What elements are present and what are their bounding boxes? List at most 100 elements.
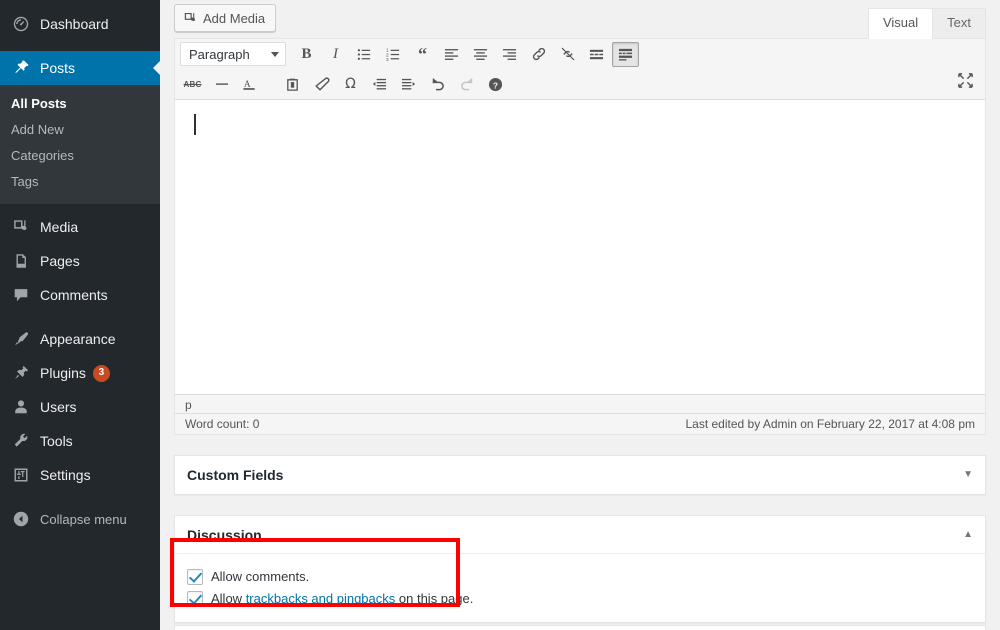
trackbacks-and-pingbacks-link[interactable]: trackbacks and pingbacks (246, 591, 396, 606)
text-color-button[interactable]: A (237, 72, 261, 97)
post-editor: Paragraph B I (174, 38, 986, 435)
indent-icon (401, 77, 416, 92)
plug-icon (11, 363, 31, 383)
outdent-button[interactable] (366, 72, 393, 97)
sidebar-item-add-new[interactable]: Add New (0, 117, 160, 143)
indent-button[interactable] (395, 72, 422, 97)
format-select[interactable]: Paragraph (180, 42, 286, 66)
unlink-button[interactable] (554, 42, 581, 67)
special-character-icon: Ω (345, 76, 356, 92)
editor-element-path[interactable]: p (175, 394, 985, 413)
editor-top-row: Add Media Visual Text (174, 0, 986, 38)
paste-as-text-button[interactable] (279, 72, 306, 97)
sidebar-subitem-label: Add New (11, 122, 64, 137)
sidebar-item-settings[interactable]: Settings (0, 458, 160, 492)
special-character-button[interactable]: Ω (337, 72, 364, 97)
kitchen-sink-icon (618, 47, 633, 62)
align-left-button[interactable] (438, 42, 465, 67)
sidebar-item-label: Appearance (40, 332, 116, 346)
sidebar-item-media[interactable]: Media (0, 210, 160, 244)
help-button[interactable]: ? (482, 72, 509, 97)
tab-text[interactable]: Text (932, 8, 986, 39)
allow-comments-checkbox[interactable] (187, 569, 203, 585)
add-media-button[interactable]: Add Media (174, 4, 276, 32)
discussion-header[interactable]: Discussion ▲ (175, 516, 985, 554)
numbered-list-button[interactable]: 123 (380, 42, 407, 67)
format-select-value: Paragraph (189, 47, 250, 62)
sidebar-item-label: Media (40, 220, 78, 234)
chevron-down-icon[interactable]: ▼ (963, 470, 973, 480)
sidebar-item-plugins[interactable]: Plugins 3 (0, 356, 160, 390)
text-color-dropdown[interactable] (263, 72, 277, 97)
sidebar-item-comments[interactable]: Comments (0, 278, 160, 312)
undo-icon (430, 76, 446, 92)
sidebar-item-label: Comments (40, 288, 108, 302)
next-panel-partial (174, 625, 986, 630)
media-icon (183, 11, 198, 26)
sidebar-item-users[interactable]: Users (0, 390, 160, 424)
clear-formatting-button[interactable] (308, 72, 335, 97)
blockquote-button[interactable]: “ (409, 42, 436, 67)
admin-sidebar: Dashboard Posts All Posts Add New Catego… (0, 0, 160, 630)
kitchen-sink-button[interactable] (612, 42, 639, 67)
read-more-button[interactable] (583, 42, 610, 67)
italic-icon: I (333, 46, 338, 63)
sidebar-item-appearance[interactable]: Appearance (0, 322, 160, 356)
paste-as-text-icon (285, 77, 300, 92)
horizontal-rule-icon (214, 76, 230, 92)
panel-title: Custom Fields (187, 467, 283, 483)
link-icon (531, 46, 547, 62)
custom-fields-header[interactable]: Custom Fields ▼ (175, 456, 985, 494)
redo-button[interactable] (453, 72, 480, 97)
align-right-button[interactable] (496, 42, 523, 67)
allow-trackbacks-checkbox[interactable] (187, 591, 203, 607)
toolbar-row-1: Paragraph B I (175, 39, 985, 69)
align-center-button[interactable] (467, 42, 494, 67)
tab-visual[interactable]: Visual (868, 8, 933, 39)
align-right-icon (502, 47, 517, 62)
plugins-update-badge: 3 (93, 365, 110, 382)
chevron-up-icon[interactable]: ▲ (963, 530, 973, 540)
word-count-label: Word count: 0 (185, 417, 259, 431)
sidebar-item-label: Pages (40, 254, 80, 268)
editor-toolbar: Paragraph B I (175, 39, 985, 100)
custom-fields-panel: Custom Fields ▼ (174, 455, 986, 495)
bold-icon: B (301, 46, 311, 63)
sidebar-item-categories[interactable]: Categories (0, 143, 160, 169)
pin-icon (11, 58, 31, 78)
collapse-menu-button[interactable]: Collapse menu (0, 502, 160, 536)
sidebar-item-tags[interactable]: Tags (0, 169, 160, 195)
sidebar-item-tools[interactable]: Tools (0, 424, 160, 458)
sidebar-item-label: Posts (40, 61, 75, 75)
bulleted-list-button[interactable] (351, 42, 378, 67)
strikethrough-button[interactable]: ABC (179, 72, 206, 97)
sidebar-item-pages[interactable]: Pages (0, 244, 160, 278)
numbered-list-icon: 123 (386, 47, 401, 62)
undo-button[interactable] (424, 72, 451, 97)
allow-comments-label: Allow comments. (211, 568, 309, 586)
media-icon (11, 217, 31, 237)
allow-trackbacks-row: Allow trackbacks and pingbacks on this p… (187, 588, 973, 610)
align-left-icon (444, 47, 459, 62)
sidebar-subitem-label: All Posts (11, 96, 67, 111)
sidebar-item-label: Tools (40, 434, 73, 448)
sidebar-item-all-posts[interactable]: All Posts (0, 91, 160, 117)
trackbacks-suffix: on this page. (395, 591, 473, 606)
editor-content-area[interactable] (175, 100, 985, 394)
editor-mode-tabs: Visual Text (869, 8, 986, 39)
unlink-icon (560, 46, 576, 62)
text-cursor (194, 114, 196, 135)
paintbrush-icon (11, 329, 31, 349)
link-button[interactable] (525, 42, 552, 67)
sidebar-item-dashboard[interactable]: Dashboard (0, 7, 160, 41)
strikethrough-icon: ABC (184, 80, 202, 89)
svg-text:?: ? (493, 80, 498, 90)
sidebar-item-posts[interactable]: Posts (0, 51, 160, 85)
distraction-free-button[interactable] (952, 70, 979, 95)
trackbacks-prefix: Allow (211, 591, 246, 606)
bold-button[interactable]: B (293, 42, 320, 67)
horizontal-rule-button[interactable] (208, 72, 235, 97)
panel-title: Discussion (187, 527, 262, 543)
italic-button[interactable]: I (322, 42, 349, 67)
tab-text-label: Text (947, 15, 971, 30)
